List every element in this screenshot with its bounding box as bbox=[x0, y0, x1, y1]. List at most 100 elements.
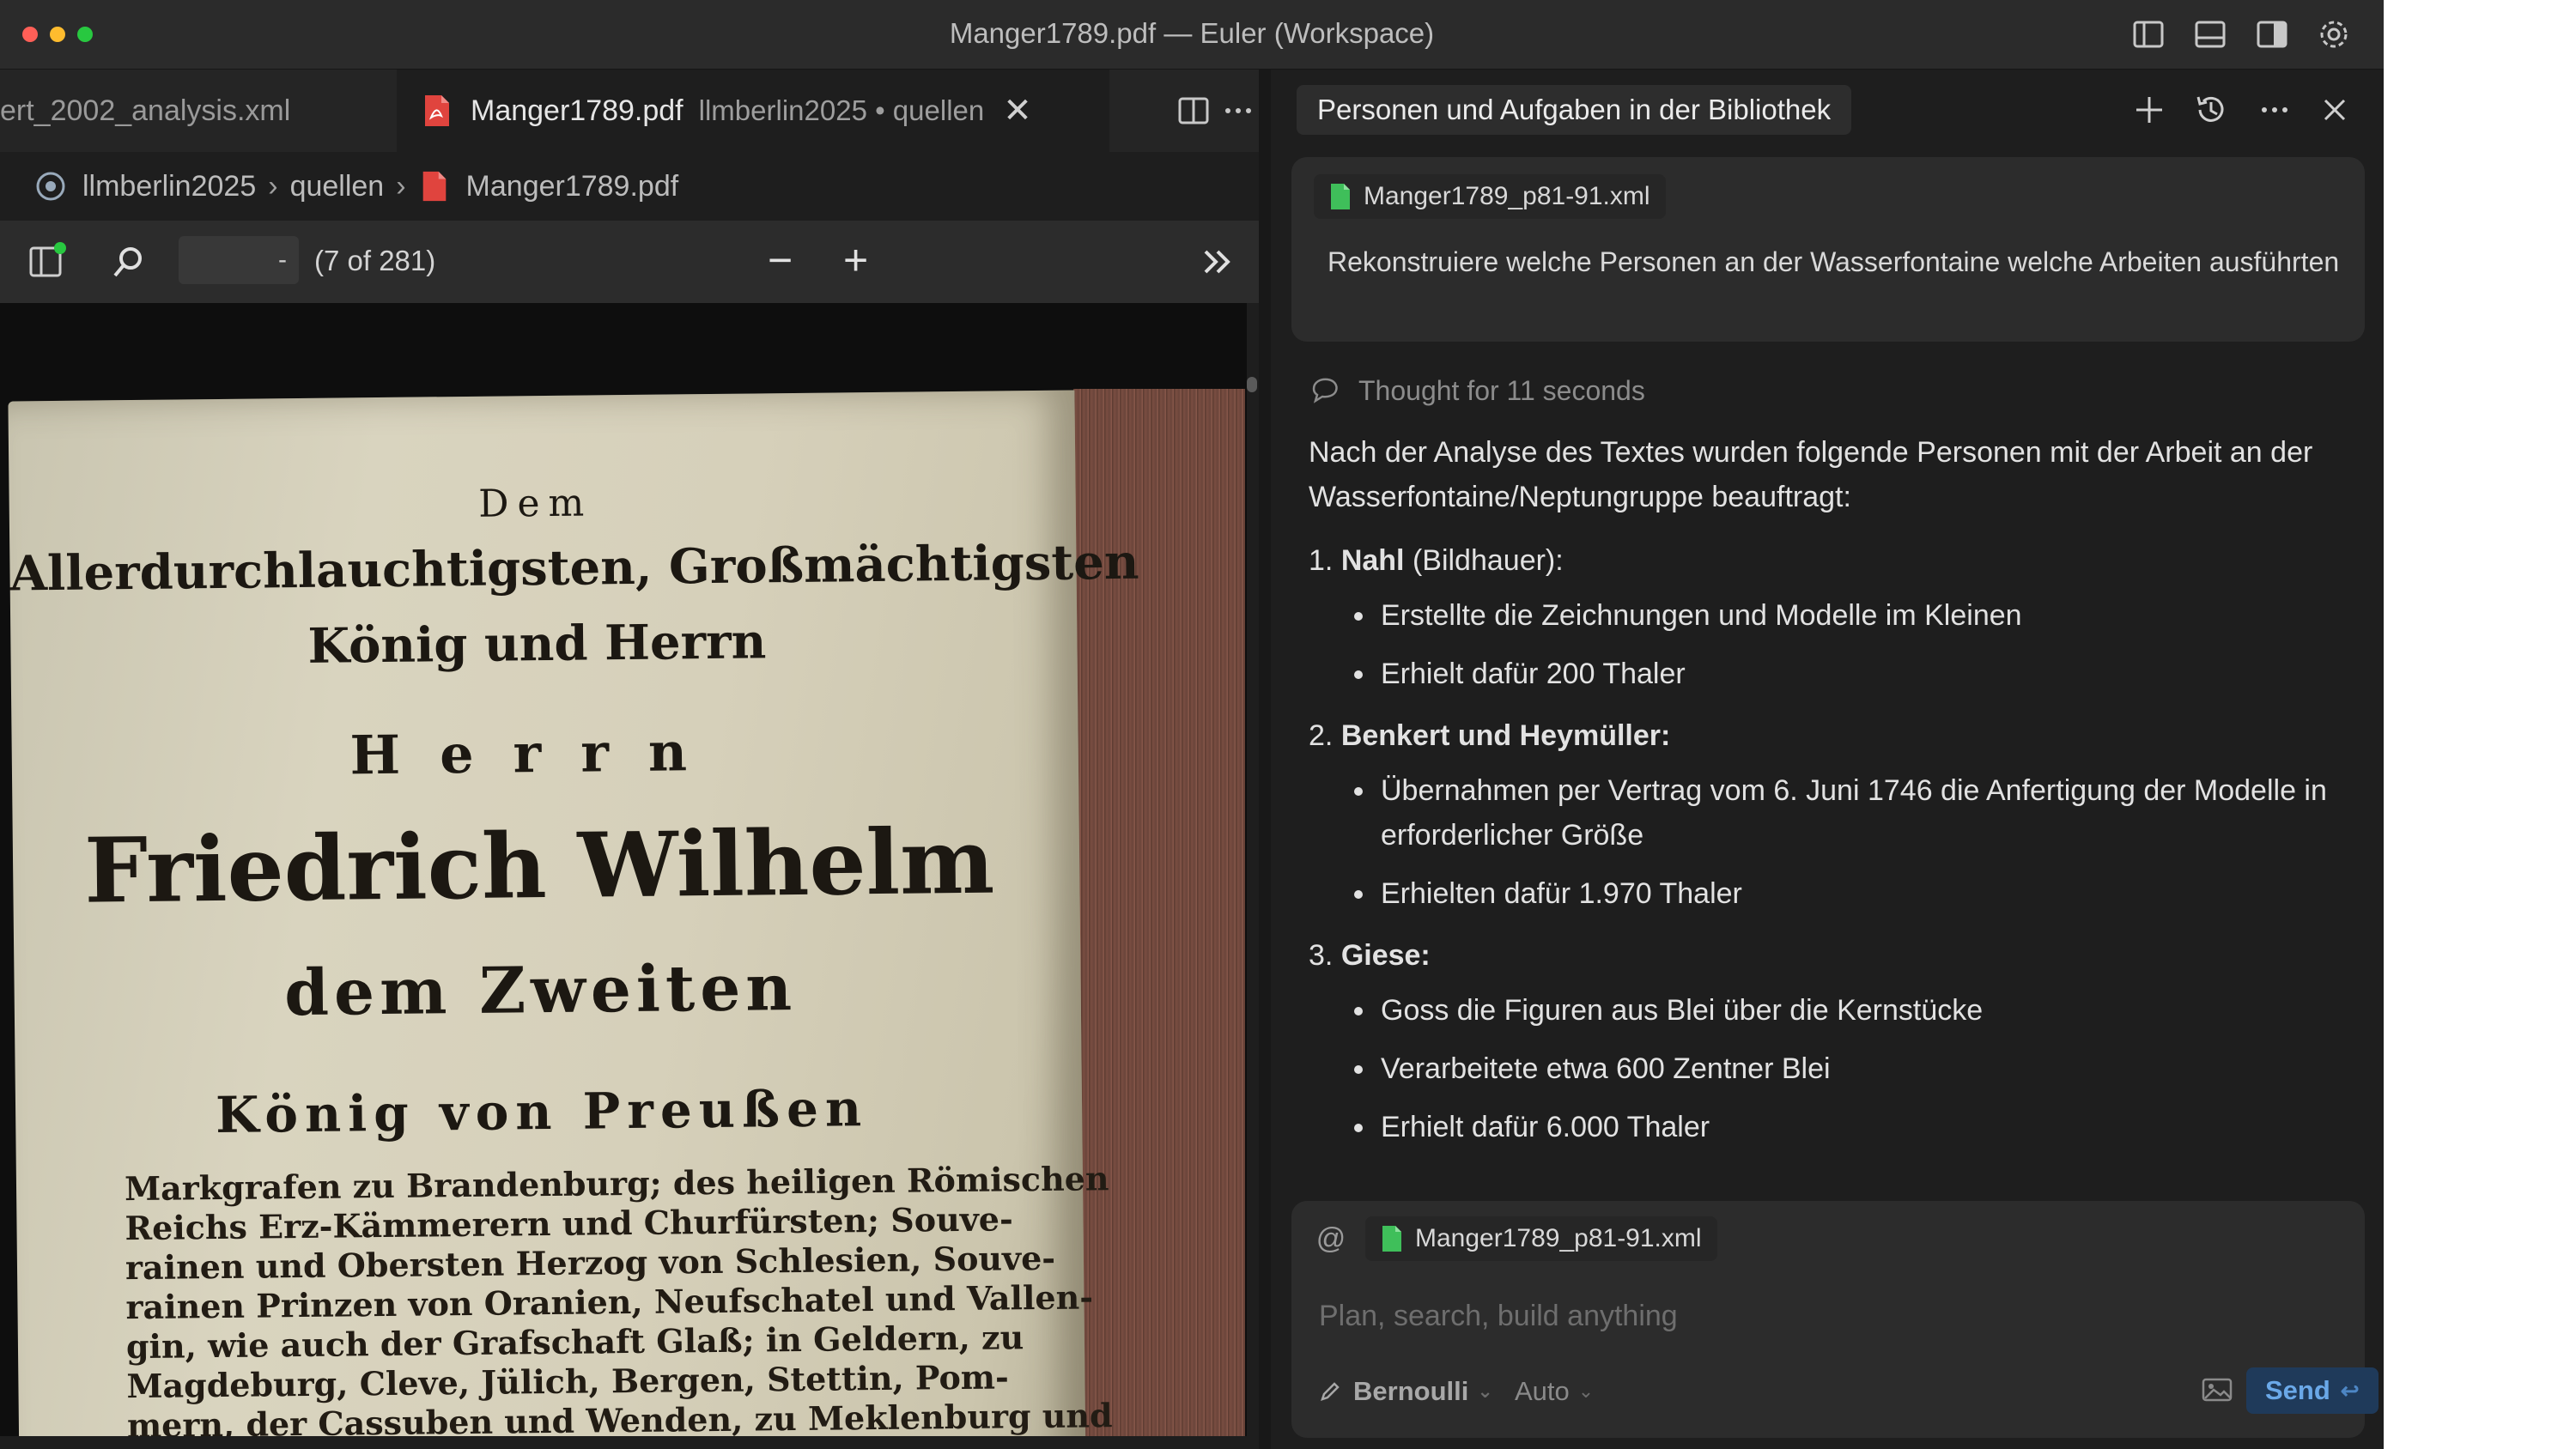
bullet-item: Übernahmen per Vertrag vom 6. Juni 1746 … bbox=[1377, 768, 2348, 858]
chat-composer: @ Manger1789_p81-91.xml Bernoulli ⌄ Auto… bbox=[1291, 1201, 2379, 1438]
assistant-answer: Nach der Analyse des Textes wurden folge… bbox=[1309, 430, 2348, 1271]
answer-bullets: Goss die Figuren aus Blei über die Kerns… bbox=[1309, 988, 2348, 1149]
page-line: dem Zweiten bbox=[283, 950, 798, 1031]
send-label: Send bbox=[2265, 1375, 2330, 1405]
item-name: Giese: bbox=[1340, 939, 1431, 972]
pdf-file-icon bbox=[425, 95, 449, 126]
model-name: Bernoulli bbox=[1353, 1376, 1469, 1406]
window-title: Manger1789.pdf — Euler (Workspace) bbox=[949, 17, 1435, 49]
new-chat-plus-icon[interactable] bbox=[2129, 90, 2169, 130]
answer-intro: Nach der Analyse des Textes wurden folge… bbox=[1309, 436, 2313, 513]
workspace-folder-icon bbox=[36, 172, 65, 201]
agent-mode-selector[interactable]: Bernoulli ⌄ bbox=[1317, 1369, 1493, 1414]
more-actions-icon[interactable] bbox=[1219, 92, 1257, 130]
close-chat-icon[interactable] bbox=[2315, 90, 2354, 130]
answer-list-item: 2. Benkert und Heymüller: bbox=[1309, 713, 2348, 758]
pdf-toolbar: (7 of 281) − + bbox=[0, 221, 1259, 303]
toggle-primary-sidebar-icon[interactable] bbox=[2129, 15, 2167, 53]
pane-divider[interactable] bbox=[1259, 70, 1271, 1449]
bullet-item: Verarbeitete etwa 600 Zentner Blei bbox=[1377, 1046, 2348, 1091]
pdf-file-icon bbox=[422, 171, 446, 202]
chevron-right-icon: › bbox=[396, 169, 406, 203]
chat-pane: Personen und Aufgaben in der Bibliothek … bbox=[1271, 70, 2384, 1449]
pdf-editor-pane: ert_2002_analysis.xml Manger1789.pdf llm… bbox=[0, 70, 1259, 1449]
item-number: 3. bbox=[1309, 939, 1334, 972]
vertical-scrollbar[interactable] bbox=[1247, 377, 1257, 392]
attachment-name: Manger1789_p81-91.xml bbox=[1364, 182, 1650, 210]
answer-list-item: 1. Nahl (Bildhauer): bbox=[1309, 538, 2348, 583]
page-line: Friedrich Wilhelm bbox=[83, 808, 995, 924]
item-name: Benkert und Heymüller: bbox=[1340, 719, 1671, 752]
page-line: Allerdurchlauchtigsten, Großmächtigsten bbox=[9, 533, 1139, 603]
mode-label: Auto bbox=[1515, 1376, 1570, 1406]
breadcrumb-item-file[interactable]: Manger1789.pdf bbox=[466, 170, 679, 203]
zoom-out-button[interactable]: − bbox=[768, 236, 793, 284]
bullet-item: Goss die Figuren aus Blei über die Kerns… bbox=[1377, 988, 2348, 1033]
user-message[interactable]: Manger1789_p81-91.xml Rekonstruiere welc… bbox=[1291, 157, 2365, 342]
page-line: Herrn bbox=[349, 719, 727, 787]
settings-gear-icon[interactable] bbox=[2315, 15, 2353, 53]
breadcrumb-item-folder[interactable]: quellen bbox=[290, 170, 385, 203]
toggle-secondary-sidebar-icon[interactable] bbox=[2253, 15, 2291, 53]
bullet-item: Erstellte die Zeichnungen und Modelle im… bbox=[1377, 593, 2348, 638]
chat-title-tab[interactable]: Personen und Aufgaben in der Bibliothek bbox=[1297, 85, 1852, 135]
item-number: 1. bbox=[1309, 544, 1334, 577]
toggle-panel-icon[interactable] bbox=[2191, 15, 2229, 53]
breadcrumb-item-workspace[interactable]: llmberlin2025 bbox=[82, 170, 256, 203]
item-name: Nahl bbox=[1340, 544, 1405, 577]
page-count: (7 of 281) bbox=[314, 245, 436, 276]
page-content: Dem Allerdurchlauchtigsten, Großmächtigs… bbox=[8, 391, 1139, 1436]
pencil-icon bbox=[1321, 1382, 1340, 1401]
tab-label: Manger1789.pdf bbox=[471, 94, 683, 127]
page-number-input[interactable] bbox=[179, 236, 299, 284]
attach-image-icon[interactable] bbox=[2198, 1371, 2236, 1409]
bullet-item: Erhielten dafür 1.970 Thaler bbox=[1377, 871, 2348, 916]
context-attachment-chip[interactable]: Manger1789_p81-91.xml bbox=[1365, 1216, 1717, 1261]
answer-bullets: Übernahmen per Vertrag vom 6. Juni 1746 … bbox=[1309, 768, 2348, 916]
chat-header: Personen und Aufgaben in der Bibliothek bbox=[1271, 70, 2384, 152]
breadcrumb: llmberlin2025 › quellen › Manger1789.pdf bbox=[0, 152, 1259, 221]
search-icon[interactable] bbox=[108, 241, 149, 282]
zoom-in-button[interactable]: + bbox=[843, 236, 868, 284]
model-selector[interactable]: Auto ⌄ bbox=[1515, 1369, 1594, 1414]
thought-indicator[interactable]: Thought for 11 seconds bbox=[1309, 373, 1645, 408]
page-line: König von Preußen bbox=[215, 1079, 869, 1145]
editor-window: Manger1789.pdf — Euler (Workspace) ert_2… bbox=[0, 0, 2384, 1449]
thought-bubble-icon bbox=[1312, 378, 1338, 403]
attachment-name: Manger1789_p81-91.xml bbox=[1415, 1224, 1702, 1252]
bullet-item: Erhielt dafür 200 Thaler bbox=[1377, 652, 2348, 696]
attachment-chip[interactable]: Manger1789_p81-91.xml bbox=[1314, 174, 1666, 219]
mention-at-icon[interactable]: @ bbox=[1310, 1218, 1352, 1259]
user-message-text: Rekonstruiere welche Personen an der Was… bbox=[1327, 246, 2340, 277]
chevron-down-icon: ⌄ bbox=[1477, 1380, 1493, 1402]
split-editor-icon[interactable] bbox=[1175, 92, 1212, 130]
page-line: König und Herrn bbox=[307, 613, 767, 675]
answer-bullets: Erstellte die Zeichnungen und Modelle im… bbox=[1309, 593, 2348, 696]
thought-label: Thought for 11 seconds bbox=[1358, 374, 1645, 406]
chevron-down-icon: ⌄ bbox=[1577, 1380, 1595, 1402]
chevron-right-icon: › bbox=[268, 169, 278, 203]
toggle-sidebar-icon[interactable] bbox=[26, 241, 67, 282]
chat-input[interactable] bbox=[1317, 1290, 2334, 1342]
return-key-icon: ↩ bbox=[2340, 1377, 2360, 1404]
item-role: (Bildhauer): bbox=[1404, 544, 1564, 577]
tab-description: llmberlin2025 • quellen bbox=[698, 94, 985, 126]
page-line: Dem bbox=[477, 481, 593, 526]
tab-label: ert_2002_analysis.xml bbox=[0, 94, 291, 127]
bullet-item: Erhielt dafür 6.000 Thaler bbox=[1377, 1105, 2348, 1149]
close-tab-icon[interactable]: ✕ bbox=[1003, 94, 1032, 128]
item-number: 2. bbox=[1309, 719, 1334, 752]
tab-analysis-xml[interactable]: ert_2002_analysis.xml bbox=[0, 70, 395, 152]
more-options-icon[interactable] bbox=[2255, 90, 2294, 130]
editor-tab-bar: ert_2002_analysis.xml Manger1789.pdf llm… bbox=[0, 70, 1259, 152]
tab-manger1789-pdf[interactable]: Manger1789.pdf llmberlin2025 • quellen ✕ bbox=[397, 70, 1109, 152]
scanned-book-page: Dem Allerdurchlauchtigsten, Großmächtigs… bbox=[8, 390, 1139, 1436]
xml-file-icon bbox=[1331, 184, 1350, 209]
more-tools-chevron-icon[interactable] bbox=[1197, 241, 1238, 282]
title-bar: Manger1789.pdf — Euler (Workspace) bbox=[0, 0, 2384, 70]
xml-file-icon bbox=[1382, 1226, 1401, 1252]
answer-list-item: 3. Giese: bbox=[1309, 933, 2348, 978]
send-button[interactable]: Send ↩ bbox=[2246, 1367, 2379, 1414]
history-icon[interactable] bbox=[2191, 90, 2231, 130]
pdf-page-view[interactable]: Dem Allerdurchlauchtigsten, Großmächtigs… bbox=[0, 303, 1247, 1436]
